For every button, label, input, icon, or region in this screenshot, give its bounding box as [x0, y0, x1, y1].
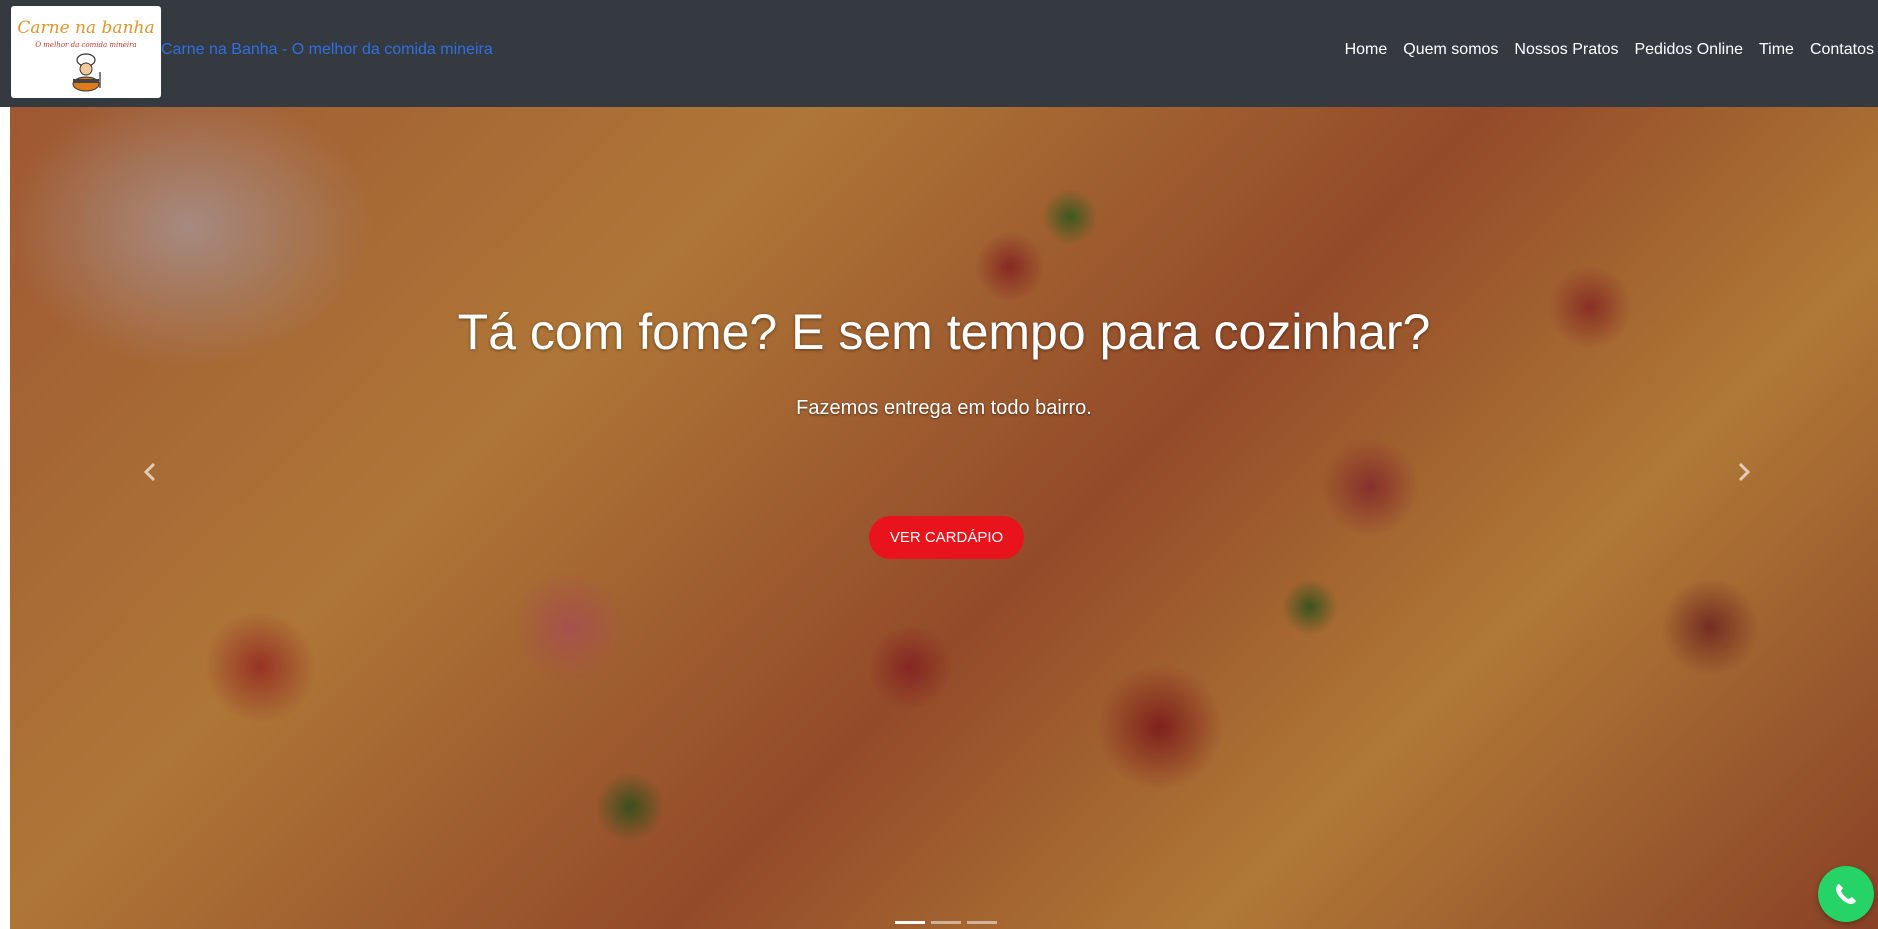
- logo-subtitle: O melhor da comida mineira: [35, 41, 137, 49]
- hero-subheading: Fazemos entrega em todo bairro.: [796, 397, 1092, 419]
- whatsapp-button[interactable]: [1818, 866, 1874, 922]
- nav-home[interactable]: Home: [1337, 41, 1396, 59]
- carousel-next-button[interactable]: [1724, 452, 1764, 492]
- whatsapp-icon: [1836, 884, 1856, 904]
- carousel-indicator-3[interactable]: [967, 921, 997, 924]
- carousel-indicators: [895, 921, 997, 924]
- logo[interactable]: Carne na banha O melhor da comida mineir…: [11, 6, 161, 98]
- hero-carousel: Tá com fome? E sem tempo para cozinhar? …: [10, 107, 1878, 929]
- nav-time[interactable]: Time: [1751, 41, 1802, 59]
- nav-nossos-pratos[interactable]: Nossos Pratos: [1506, 41, 1626, 59]
- carousel-indicator-1[interactable]: [895, 921, 925, 924]
- logo-title: Carne na banha: [17, 18, 155, 38]
- nav-pedidos-online[interactable]: Pedidos Online: [1626, 41, 1751, 59]
- carousel-prev-button[interactable]: [130, 452, 170, 492]
- brand-link[interactable]: Carne na Banha - O melhor da comida mine…: [161, 41, 493, 59]
- carousel-indicator-2[interactable]: [931, 921, 961, 924]
- nav-menu: Home Quem somos Nossos Pratos Pedidos On…: [1337, 41, 1874, 59]
- chevron-left-icon: [143, 462, 156, 482]
- nav-contatos[interactable]: Contatos: [1802, 41, 1874, 59]
- top-navbar: Carne na banha O melhor da comida mineir…: [0, 0, 1878, 107]
- chef-icon: [72, 53, 101, 92]
- chevron-right-icon: [1738, 462, 1751, 482]
- nav-quem-somos[interactable]: Quem somos: [1395, 41, 1506, 59]
- hero-heading: Tá com fome? E sem tempo para cozinhar?: [457, 304, 1431, 360]
- ver-cardapio-button[interactable]: VER CARDÁPIO: [869, 516, 1024, 559]
